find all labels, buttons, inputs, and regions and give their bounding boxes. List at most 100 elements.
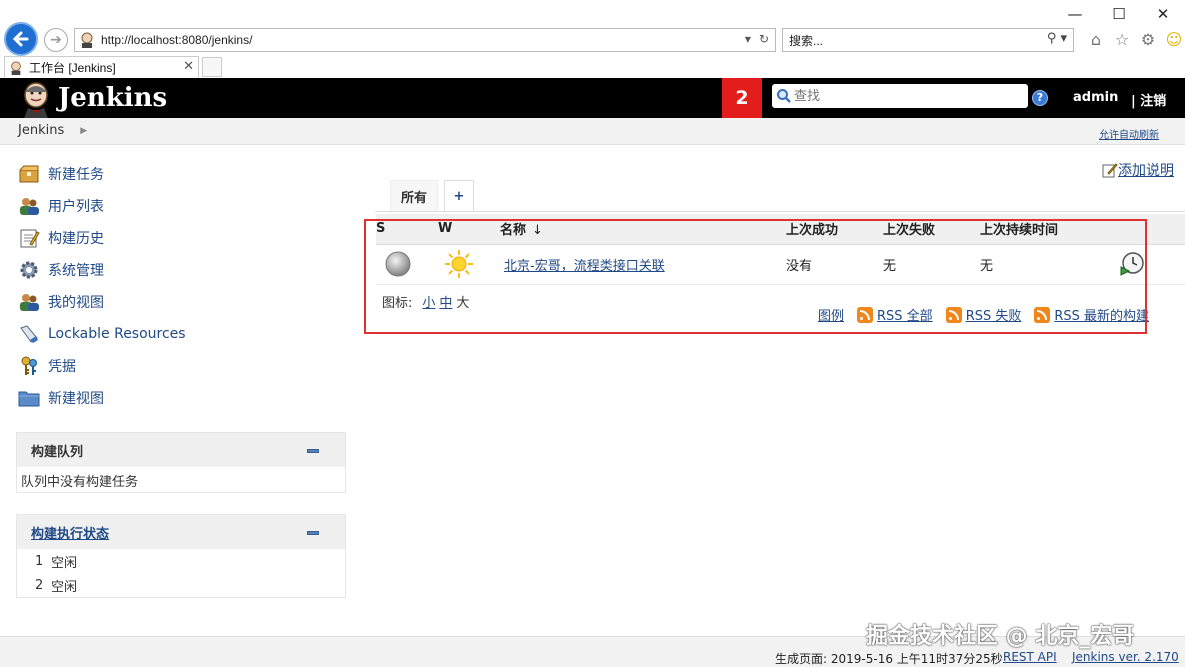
breadcrumb-jenkins[interactable]: Jenkins	[18, 123, 64, 138]
close-window-button[interactable]: ✕	[1141, 0, 1185, 28]
sort-arrow-icon: ↓	[532, 223, 543, 239]
rss-latest-link[interactable]: RSS 最新的构建	[1054, 305, 1149, 324]
arrow-left-icon	[12, 31, 29, 47]
executor-header: 构建执行状态	[17, 515, 345, 549]
rss-feeds: 图例 RSS 全部 RSS 失败 RSS 最新的构建	[818, 305, 1149, 324]
job-link[interactable]: 北京-宏哥，流程类接口关联	[504, 259, 665, 274]
schedule-build-icon[interactable]	[1119, 251, 1145, 277]
task-new-view[interactable]: 新建视图	[18, 382, 348, 414]
maximize-button[interactable]: ☐	[1097, 0, 1141, 28]
folder-icon	[18, 387, 40, 409]
refresh-icon[interactable]: ↻	[759, 32, 769, 46]
auto-refresh-link[interactable]: 允许自动刷新	[1099, 126, 1159, 141]
users-icon	[18, 195, 40, 217]
smiley-feedback-icon[interactable]: ☺	[1164, 28, 1184, 50]
jenkins-butler-icon	[24, 82, 48, 118]
browser-search-box[interactable]: 搜索... ⚲ ▾	[782, 28, 1074, 52]
col-status[interactable]: S	[376, 214, 438, 245]
executor-title[interactable]: 构建执行状态	[31, 523, 109, 542]
sunny-icon	[445, 249, 473, 278]
tab-close-icon[interactable]: ✕	[183, 59, 194, 74]
arrow-right-icon: ➔	[50, 32, 62, 48]
weather-cell	[438, 244, 500, 285]
col-last-success[interactable]: 上次成功	[786, 214, 883, 245]
settings-gear-icon[interactable]: ⚙	[1138, 28, 1158, 50]
logout-link[interactable]: | 注销	[1131, 90, 1166, 109]
collapse-icon[interactable]	[307, 449, 319, 453]
task-manage[interactable]: 系统管理	[18, 254, 348, 286]
build-queue-pane: 构建队列 队列中没有构建任务	[16, 432, 346, 493]
task-label: 新建视图	[48, 391, 104, 407]
rss-icon	[945, 306, 962, 323]
feed-all[interactable]: RSS 全部	[857, 305, 933, 324]
col-last-duration[interactable]: 上次持续时间	[980, 214, 1115, 245]
icon-size-medium[interactable]: 中	[439, 292, 452, 311]
browser-chrome: — ☐ ✕ ➔ http://localhost:8080/jenkins/ ▾…	[0, 0, 1185, 78]
tab-bar: 工作台 [Jenkins] ✕	[0, 56, 1185, 78]
col-last-failure[interactable]: 上次失败	[883, 214, 980, 245]
rss-all-link[interactable]: RSS 全部	[877, 305, 933, 324]
help-icon[interactable]: ?	[1032, 90, 1048, 106]
dropdown-icon[interactable]: ▾	[745, 32, 751, 46]
page-generated-time: 生成页面: 2019-5-16 上午11时37分25秒	[775, 652, 1003, 666]
jenkins-logo-text: Jenkins	[58, 83, 168, 113]
new-item-icon	[18, 163, 40, 185]
breadcrumb-arrow-icon[interactable]: ▶	[80, 126, 87, 136]
jenkins-logo[interactable]: Jenkins	[16, 78, 167, 118]
favorites-star-icon[interactable]: ☆	[1112, 28, 1132, 50]
address-bar[interactable]: http://localhost:8080/jenkins/ ▾ ↻	[74, 28, 776, 52]
build-queue-header: 构建队列	[17, 433, 345, 467]
job-table: S W 名称 ↓ 上次成功 上次失败 上次持续时间 北京-宏哥，流程类接口关联 …	[376, 214, 1185, 285]
build-queue-title: 构建队列	[31, 444, 84, 460]
rss-icon	[857, 306, 874, 323]
gear-icon	[18, 259, 40, 281]
executor-body: 1 空闲 2 空闲	[17, 549, 345, 597]
jenkins-version-link[interactable]: Jenkins ver. 2.170	[1072, 650, 1179, 664]
rss-failed-link[interactable]: RSS 失败	[966, 305, 1022, 324]
notification-badge[interactable]: 2	[722, 78, 762, 118]
last-failure-cell: 无	[883, 244, 980, 285]
user-link[interactable]: admin	[1073, 90, 1118, 105]
add-description-link[interactable]: 添加说明	[1102, 160, 1174, 180]
task-label: 我的视图	[48, 295, 104, 311]
collapse-icon[interactable]	[307, 531, 319, 535]
col-weather[interactable]: W	[438, 214, 500, 245]
rest-api-link[interactable]: REST API	[1003, 650, 1057, 664]
minimize-button[interactable]: —	[1053, 0, 1097, 28]
task-build-history[interactable]: 构建历史	[18, 222, 348, 254]
forward-button[interactable]: ➔	[44, 28, 68, 52]
search-icon	[777, 89, 791, 103]
status-cell	[376, 244, 438, 285]
executor-row: 1 空闲	[17, 549, 345, 573]
back-button[interactable]	[4, 22, 38, 56]
feed-latest[interactable]: RSS 最新的构建	[1034, 305, 1149, 324]
tab-all[interactable]: 所有	[390, 180, 438, 212]
view-tabs: 所有 +	[390, 180, 474, 212]
search-box[interactable]	[772, 84, 1028, 108]
executor-state: 空闲	[51, 555, 78, 571]
task-my-views[interactable]: 我的视图	[18, 286, 348, 318]
search-input[interactable]	[794, 88, 1014, 104]
legend-link[interactable]: 图例	[818, 305, 844, 324]
window-controls: — ☐ ✕	[1053, 0, 1185, 28]
new-tab-button[interactable]	[202, 57, 222, 77]
col-name[interactable]: 名称 ↓	[500, 214, 786, 245]
task-new-item[interactable]: 新建任务	[18, 158, 348, 190]
task-people[interactable]: 用户列表	[18, 190, 348, 222]
tab-add-view[interactable]: +	[444, 180, 474, 212]
search-icon[interactable]: ⚲ ▾	[1047, 31, 1067, 46]
executor-row: 2 空闲	[17, 573, 345, 597]
grey-ball-icon	[385, 251, 411, 276]
feed-failed[interactable]: RSS 失败	[945, 305, 1022, 324]
task-label: 用户列表	[48, 199, 104, 215]
task-lockable-resources[interactable]: Lockable Resources	[18, 318, 348, 350]
icon-size-small[interactable]: 小	[422, 292, 435, 311]
browser-tab-active[interactable]: 工作台 [Jenkins] ✕	[4, 56, 199, 78]
home-icon[interactable]: ⌂	[1086, 28, 1106, 50]
jenkins-favicon-icon	[11, 60, 21, 75]
task-credentials[interactable]: 凭据	[18, 350, 348, 382]
executor-state: 空闲	[51, 579, 78, 595]
icon-size-label: 图标:	[382, 296, 413, 311]
icon-size-selector: 图标: 小 中 大	[382, 292, 469, 311]
executor-number: 1	[35, 553, 44, 569]
